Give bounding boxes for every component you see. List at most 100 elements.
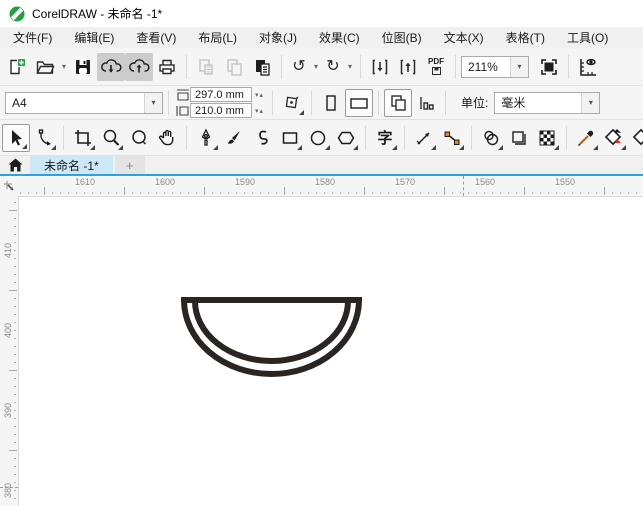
connector-tool[interactable] xyxy=(438,124,466,152)
watermelon-slice-drawing[interactable] xyxy=(180,293,365,385)
cloud-upload-button[interactable] xyxy=(125,52,153,81)
export-button[interactable] xyxy=(394,53,422,81)
horizontal-ruler-ticks xyxy=(18,187,643,196)
redo-button[interactable]: ↻ xyxy=(321,53,345,81)
property-bar: A4 ▾ 297.0 mm ▾▴ 210.0 mm ▾▴ 单位: 毫米 ▾ xyxy=(0,86,643,120)
menu-item[interactable]: 编辑(E) xyxy=(63,29,125,46)
menu-item[interactable]: 工具(O) xyxy=(556,29,619,46)
import-button[interactable] xyxy=(366,53,394,81)
open-dropdown-caret[interactable]: ▾ xyxy=(59,62,69,71)
zoom-level-combobox[interactable]: 211% ▾ xyxy=(461,55,529,78)
pan-tool[interactable] xyxy=(153,124,181,152)
page-size-value: A4 xyxy=(12,95,27,110)
horizontal-ruler[interactable]: 1610 1600 1590 1580 1570 1560 1550 xyxy=(18,176,643,197)
page-height-icon xyxy=(176,105,189,116)
vertical-ruler[interactable]: 410 400 390 380 xyxy=(0,196,19,506)
document-tab-active[interactable]: 未命名 -1* xyxy=(30,156,113,174)
toolbar-separator xyxy=(566,125,567,150)
menu-item[interactable]: 位图(B) xyxy=(371,29,433,46)
coreldraw-window: CorelDRAW - 未命名 -1* 文件(F) 编辑(E) 查看(V) 布局(L)… xyxy=(0,0,643,506)
toolbar-separator xyxy=(186,125,187,150)
ruler-label: 1560 xyxy=(474,177,496,187)
undo-button[interactable]: ↺ xyxy=(287,53,311,81)
home-button[interactable] xyxy=(0,156,30,174)
smart-fill-tool[interactable] xyxy=(628,124,643,152)
portrait-orientation-button[interactable] xyxy=(317,89,345,117)
color-eyedropper-tool[interactable] xyxy=(572,124,600,152)
drawing-canvas[interactable] xyxy=(19,197,643,506)
page-width-spinner[interactable]: ▾▴ xyxy=(252,91,267,99)
zoom-dropdown-caret[interactable]: ▾ xyxy=(510,56,528,77)
ruler-label: 1610 xyxy=(74,177,96,187)
home-icon xyxy=(8,158,22,172)
dimension-tool[interactable] xyxy=(410,124,438,152)
toolbox: 字 xyxy=(0,120,643,156)
standard-toolbar: ▾ ↺ ▾ ↻ ▾ PDF 211% ▾ xyxy=(0,48,643,86)
page-size-combobox[interactable]: A4 ▾ xyxy=(5,91,163,114)
transparency-tool[interactable] xyxy=(505,124,533,152)
current-page-button[interactable] xyxy=(412,89,440,117)
shadow-tool[interactable] xyxy=(477,124,505,152)
text-tool[interactable]: 字 xyxy=(371,124,399,152)
page-boundary-marker-v xyxy=(0,487,18,488)
menu-item[interactable]: 文件(F) xyxy=(2,29,63,46)
units-caret[interactable]: ▾ xyxy=(581,92,600,113)
all-pages-button[interactable] xyxy=(384,88,413,117)
new-document-button[interactable] xyxy=(3,53,31,81)
new-tab-button[interactable]: + xyxy=(114,156,145,174)
pick-tool[interactable] xyxy=(2,123,30,152)
toolbar-separator xyxy=(445,90,447,115)
redo-dropdown-caret[interactable]: ▾ xyxy=(345,62,355,71)
zoom-tool[interactable] xyxy=(97,124,125,152)
magnifier-tool[interactable] xyxy=(125,124,153,152)
toolbar-separator xyxy=(365,125,366,150)
toolbar-separator xyxy=(378,90,380,115)
page-width-icon xyxy=(177,88,189,101)
page-height-spinner[interactable]: ▾▴ xyxy=(252,107,267,115)
page-height-field[interactable]: 210.0 mm xyxy=(190,103,252,118)
toolbar-separator xyxy=(311,90,313,115)
save-button[interactable] xyxy=(69,53,97,81)
menu-item[interactable]: 对象(J) xyxy=(248,29,308,46)
menu-item[interactable]: 表格(T) xyxy=(495,29,556,46)
title-bar: CorelDRAW - 未命名 -1* xyxy=(0,0,643,27)
pen-tool[interactable] xyxy=(192,124,220,152)
landscape-orientation-button[interactable] xyxy=(345,88,374,117)
menu-item[interactable]: 查看(V) xyxy=(125,29,187,46)
fullscreen-preview-button[interactable] xyxy=(535,53,563,81)
units-combobox[interactable]: 毫米 ▾ xyxy=(494,91,601,114)
vertical-ruler-ticks xyxy=(9,196,18,506)
coreldraw-logo-icon xyxy=(9,6,25,22)
open-button[interactable] xyxy=(31,53,59,81)
slice-inner-arc[interactable] xyxy=(192,300,351,364)
page-width-field[interactable]: 297.0 mm xyxy=(190,87,252,102)
menu-item[interactable]: 布局(L) xyxy=(187,29,248,46)
artistic-media-tool[interactable] xyxy=(220,124,248,152)
paste-button[interactable] xyxy=(248,53,276,81)
polygon-tool[interactable] xyxy=(332,124,360,152)
shape-tool[interactable] xyxy=(30,124,58,152)
toolbar-separator xyxy=(471,125,472,150)
undo-dropdown-caret[interactable]: ▾ xyxy=(311,62,321,71)
page-boundary-marker-h xyxy=(463,176,464,196)
mesh-fill-tool[interactable] xyxy=(533,124,561,152)
ruler-label: 1590 xyxy=(234,177,256,187)
show-rulers-button[interactable] xyxy=(574,53,602,81)
cloud-download-button[interactable] xyxy=(97,52,125,81)
ruler-origin[interactable] xyxy=(0,176,18,196)
menu-item[interactable]: 文本(X) xyxy=(433,29,495,46)
menu-item[interactable]: 效果(C) xyxy=(308,29,371,46)
rectangle-tool[interactable] xyxy=(276,124,304,152)
page-height-value: 210.0 mm xyxy=(195,104,244,117)
interactive-fill-tool[interactable] xyxy=(600,124,628,152)
horizontal-ruler-labels: 1610 1600 1590 1580 1570 1560 1550 xyxy=(45,177,605,187)
ellipse-tool[interactable] xyxy=(304,124,332,152)
nudge-offset-button[interactable] xyxy=(278,89,306,117)
publish-to-pdf-button[interactable]: PDF xyxy=(422,53,450,81)
units-value: 毫米 xyxy=(501,96,526,110)
freehand-curve-tool[interactable] xyxy=(248,124,276,152)
print-button[interactable] xyxy=(153,53,181,81)
page-size-caret[interactable]: ▾ xyxy=(144,92,162,113)
redo-icon: ↻ xyxy=(326,57,340,75)
crop-tool[interactable] xyxy=(69,124,97,152)
